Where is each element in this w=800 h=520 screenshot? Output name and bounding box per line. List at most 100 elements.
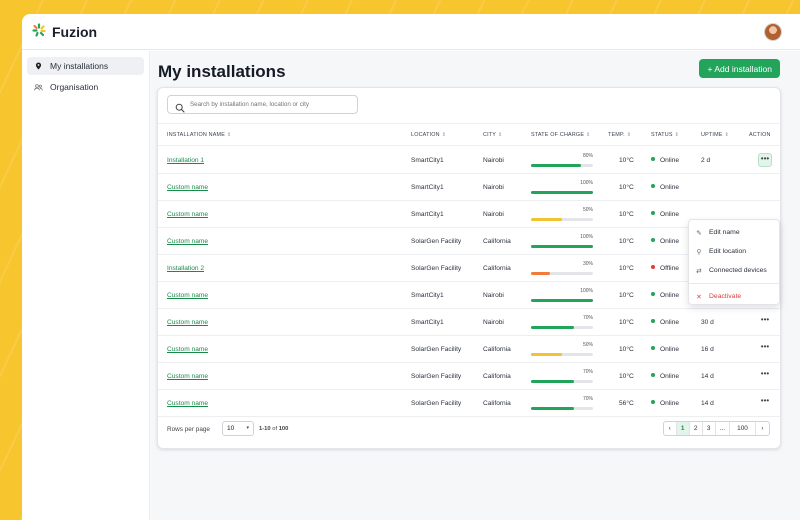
pagination-page-2[interactable]: 2	[690, 422, 703, 435]
more-actions-icon[interactable]: •••	[758, 153, 772, 167]
sidebar-item-my-installations[interactable]: My installations	[27, 57, 144, 75]
state-of-charge: 100%	[531, 288, 593, 304]
installation-name-link[interactable]: Custom name	[167, 373, 208, 380]
column-header-installation-name[interactable]: INSTALLATION NAME ⇕	[167, 132, 231, 138]
column-header-action: ACTION	[749, 132, 771, 138]
status-label: Online	[660, 346, 680, 353]
charge-bar-track	[531, 245, 593, 248]
column-header-city[interactable]: CITY ⇕	[483, 132, 502, 138]
state-of-charge: 80%	[531, 153, 593, 169]
sort-icon: ⇕	[586, 132, 591, 138]
state-of-charge: 70%	[531, 396, 593, 412]
main-content: My installations + Add installation INST…	[150, 51, 800, 520]
pagination-range: 1-10 of 100	[259, 426, 289, 432]
pagination-page-3[interactable]: 3	[703, 422, 716, 435]
table-row[interactable]: Custom name SolarGen Facility California 10…	[158, 228, 780, 255]
charge-bar-fill	[531, 353, 562, 356]
sidebar-item-label: Organisation	[50, 82, 99, 92]
more-actions-icon[interactable]: •••	[758, 342, 772, 356]
sidebar-item-organisation[interactable]: Organisation	[27, 78, 144, 96]
installation-name-link[interactable]: Custom name	[167, 292, 208, 299]
sort-icon: ⇕	[724, 132, 729, 138]
status-dot-icon	[651, 319, 655, 324]
status-dot-icon	[651, 238, 655, 243]
status-cell: Online	[651, 184, 679, 191]
uptime-cell: 14 d	[701, 400, 714, 407]
table-row[interactable]: Custom name SolarGen Facility California 70…	[158, 363, 780, 390]
user-avatar[interactable]	[764, 23, 782, 41]
menu-item-connected-devices[interactable]: ⇄ Connected devices	[689, 261, 779, 280]
state-of-charge: 50%	[531, 207, 593, 223]
sort-icon: ⇕	[441, 132, 447, 138]
table-row[interactable]: Custom name SmartCity1 Nairobi 50% 10°C Onlin…	[158, 201, 780, 228]
status-dot-icon	[651, 373, 655, 378]
charge-bar-fill	[531, 191, 593, 194]
more-actions-icon[interactable]: •••	[758, 369, 772, 383]
installation-name-link[interactable]: Custom name	[167, 184, 208, 191]
column-header-uptime[interactable]: UPTIME ⇕	[701, 132, 729, 138]
table-row[interactable]: Installation 2 SolarGen Facility Californi…	[158, 255, 780, 282]
table-row[interactable]: Custom name SmartCity1 Nairobi 100% 10°C Onli…	[158, 282, 780, 309]
location-cell: SolarGen Facility	[411, 238, 462, 245]
installation-name-link[interactable]: Custom name	[167, 319, 208, 326]
installation-name-link[interactable]: Installation 2	[167, 265, 204, 272]
table-row[interactable]: Custom name SmartCity1 Nairobi 100% 10°C Onli…	[158, 174, 780, 201]
search-box[interactable]	[167, 95, 358, 114]
charge-bar-fill	[531, 380, 575, 383]
column-header-state-of-charge[interactable]: STATE OF CHARGE ⇕	[531, 132, 591, 138]
temperature-cell: 10°C	[619, 265, 634, 272]
pagination-page-100[interactable]: 100	[730, 422, 756, 435]
people-icon	[33, 83, 43, 91]
table-row[interactable]: Custom name SmartCity1 Nairobi 70% 10°C Onlin…	[158, 309, 780, 336]
app-logo[interactable]: Fuzion	[32, 23, 97, 40]
column-header-temp[interactable]: TEMP. ⇕	[608, 132, 631, 138]
uptime-cell: 30 d	[701, 319, 714, 326]
app-window: Fuzion My installations Organisation My …	[22, 14, 800, 520]
rows-per-page-label: Rows per page	[167, 426, 210, 433]
row-action-menu: ✎ Edit name ⚲ Edit location ⇄ Connected …	[688, 219, 780, 305]
installation-name-link[interactable]: Installation 1	[167, 157, 204, 164]
pagination-prev-button[interactable]: ‹	[664, 422, 677, 435]
status-label: Offline	[660, 265, 679, 272]
location-cell: SolarGen Facility	[411, 373, 462, 380]
menu-item-deactivate[interactable]: ✕ Deactivate	[689, 287, 779, 306]
rows-per-page-select[interactable]: 10 ▾	[222, 421, 254, 436]
table-row[interactable]: Custom name SolarGen Facility California 50…	[158, 336, 780, 363]
more-actions-icon[interactable]: •••	[758, 396, 772, 410]
status-dot-icon	[651, 211, 655, 216]
menu-item-edit-location[interactable]: ⚲ Edit location	[689, 242, 779, 261]
installation-name-link[interactable]: Custom name	[167, 211, 208, 218]
column-header-status[interactable]: STATUS ⇕	[651, 132, 679, 138]
state-of-charge: 100%	[531, 234, 593, 250]
search-input[interactable]	[190, 101, 350, 108]
charge-bar-fill	[531, 407, 575, 410]
more-actions-icon[interactable]: •••	[758, 315, 772, 329]
installation-name-link[interactable]: Custom name	[167, 400, 208, 407]
pagination-page-1[interactable]: 1	[676, 422, 690, 435]
city-cell: California	[483, 265, 511, 272]
charge-percent: 50%	[582, 207, 593, 213]
charge-percent: 70%	[582, 315, 593, 321]
add-installation-button[interactable]: + Add installation	[699, 59, 780, 78]
charge-bar-track	[531, 299, 593, 302]
table-header: INSTALLATION NAME ⇕ LOCATION ⇕ CITY ⇕ STATE…	[158, 123, 780, 146]
table-footer: Rows per page 10 ▾ 1-10 of 100 ‹ 1 2 3 .…	[158, 412, 780, 448]
city-cell: California	[483, 400, 511, 407]
charge-bar-fill	[531, 272, 550, 275]
close-icon: ✕	[696, 293, 702, 301]
table-row[interactable]: Installation 1 SmartCity1 Nairobi 80% 10°C On…	[158, 147, 780, 174]
temperature-cell: 10°C	[619, 184, 634, 191]
column-header-location[interactable]: LOCATION ⇕	[411, 132, 446, 138]
pagination-next-button[interactable]: ›	[756, 422, 769, 435]
more-actions-icon[interactable]	[758, 180, 772, 194]
location-cell: SmartCity1	[411, 157, 444, 164]
charge-bar-fill	[531, 164, 581, 167]
sidebar: My installations Organisation	[22, 51, 150, 520]
status-cell: Online	[651, 319, 679, 326]
menu-item-edit-name[interactable]: ✎ Edit name	[689, 223, 779, 242]
location-pin-icon: ⚲	[696, 248, 702, 256]
status-label: Online	[660, 238, 680, 245]
installation-name-link[interactable]: Custom name	[167, 238, 208, 245]
installation-name-link[interactable]: Custom name	[167, 346, 208, 353]
uptime-cell: 2 d	[701, 157, 711, 164]
